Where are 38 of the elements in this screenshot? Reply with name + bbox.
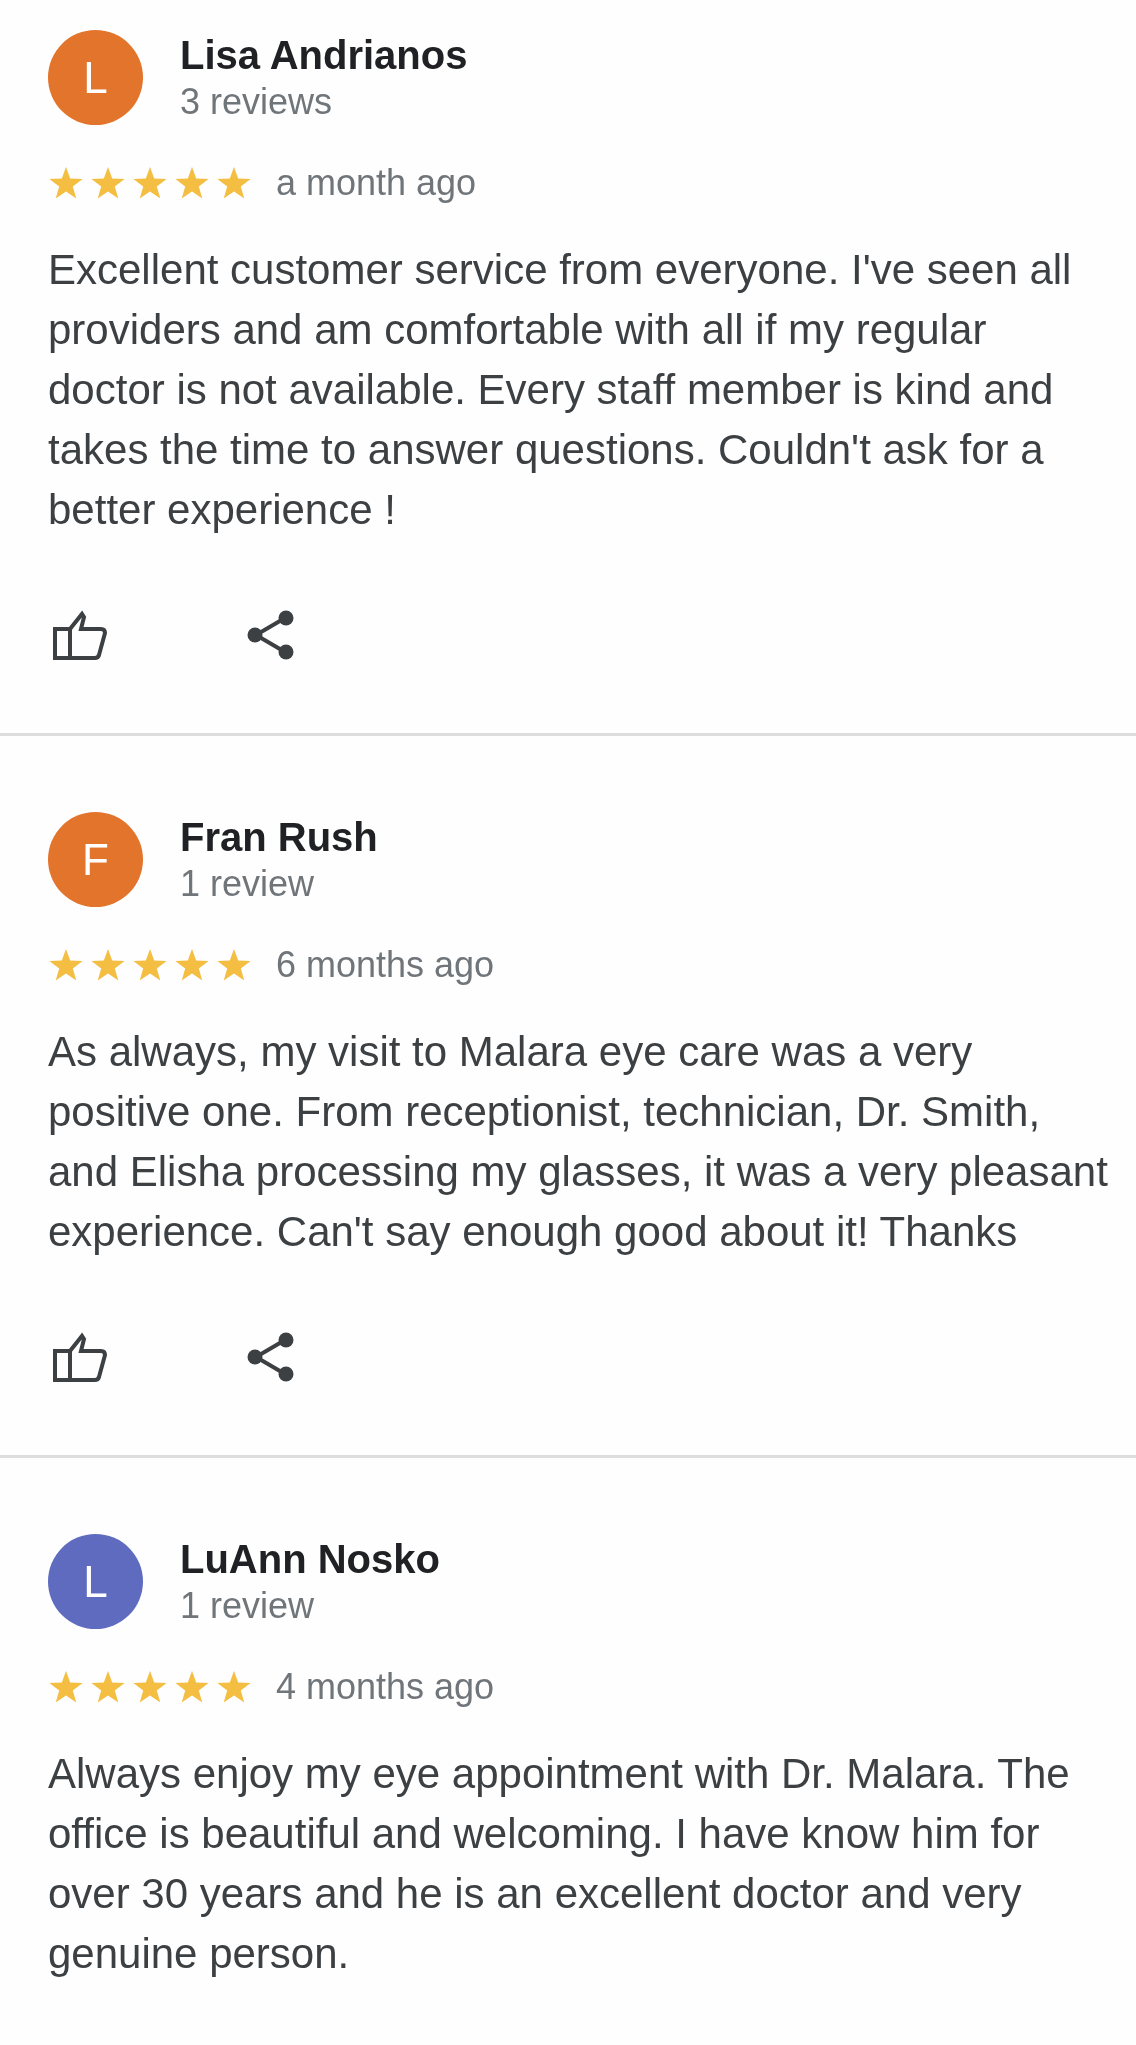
review-time: 6 months ago	[276, 944, 495, 986]
star-icon	[216, 948, 252, 982]
star-icon	[90, 166, 126, 200]
like-button[interactable]	[53, 1332, 107, 1382]
thumbs-up-icon	[53, 610, 107, 660]
reviewer-name: LuAnn Nosko	[180, 1540, 440, 1578]
avatar: L	[48, 30, 143, 125]
star-icon	[48, 166, 84, 200]
share-icon	[247, 610, 295, 660]
star-icon	[174, 1670, 210, 1704]
review-time: a month ago	[276, 162, 477, 204]
star-icon	[132, 1670, 168, 1704]
review-text: Excellent customer service from everyone. I've seen all providers and am comfortable with all if my regular doctor is not available. Every staff member is kind and takes the time to answer questions. Couldn't ask for a better experience !	[48, 245, 1073, 535]
avatar: F	[48, 812, 143, 907]
like-button[interactable]	[53, 610, 107, 660]
avatar: L	[48, 1534, 143, 1629]
review-text: Always enjoy my eye appointment with Dr. Malara. The office is beautiful and welcoming. I have know him for over 30 years and he is an excellent doctor and very genuine person.	[48, 1749, 1071, 1979]
star-icon	[132, 948, 168, 982]
star-icon	[174, 166, 210, 200]
star-icon	[48, 1670, 84, 1704]
review-count: 3 reviews	[180, 82, 334, 122]
reviewer-name: Fran Rush	[180, 818, 378, 856]
review-text: As always, my visit to Malara eye care was a very positive one. From receptionist, technician, Dr. Smith, and Elisha processing my glasses, it was a very pleasant experience. Can't say enough good about it! Thanks	[48, 1027, 1109, 1257]
star-icon	[90, 948, 126, 982]
star-icon	[174, 948, 210, 982]
review-time: 4 months ago	[276, 1666, 495, 1708]
star-icon	[48, 948, 84, 982]
thumbs-up-icon	[53, 1332, 107, 1382]
review-count: 1 review	[180, 1586, 316, 1626]
star-icon	[216, 1670, 252, 1704]
star-icon	[90, 1670, 126, 1704]
reviewer-name: Lisa Andrianos	[180, 36, 468, 74]
review-count: 1 review	[180, 864, 316, 904]
star-icon	[216, 166, 252, 200]
share-button[interactable]	[247, 610, 295, 660]
share-button[interactable]	[247, 1332, 295, 1382]
star-icon	[132, 166, 168, 200]
share-icon	[247, 1332, 295, 1382]
